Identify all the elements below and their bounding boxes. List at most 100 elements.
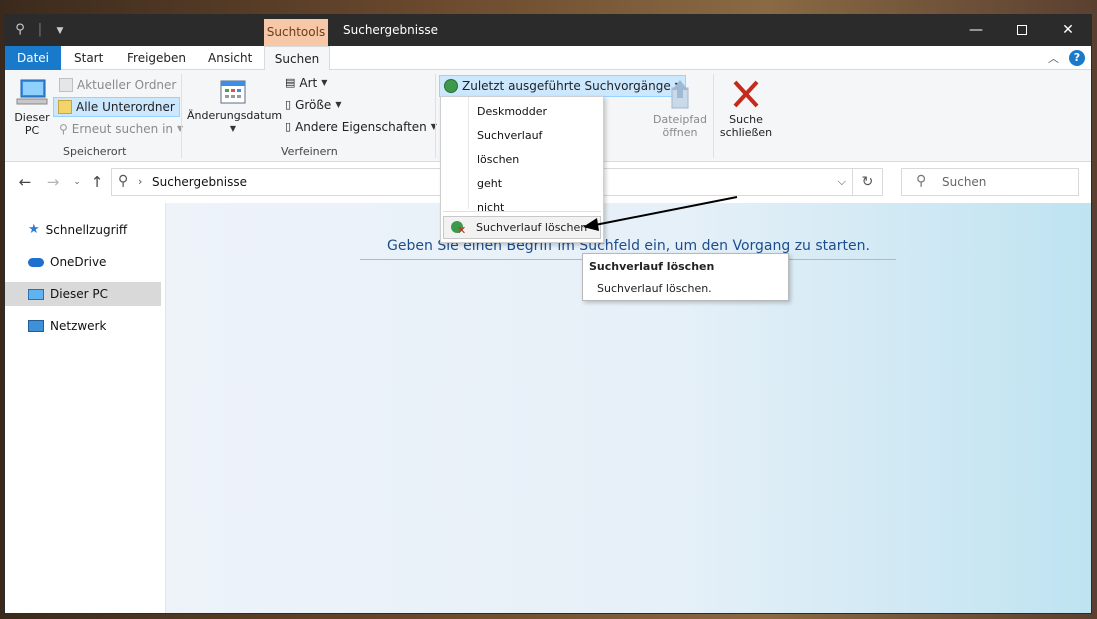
tab-file[interactable]: Datei [5,46,61,70]
ribbon-separator [713,74,714,158]
context-tab-search-tools[interactable]: Suchtools [264,19,328,46]
open-path-label-2: öffnen [662,126,698,139]
customize-toolbar-icon[interactable]: ▼ [53,22,67,40]
maximize-icon [1017,25,1027,35]
size-icon: ▯ [285,98,292,111]
chevron-down-icon[interactable]: ⌵ [838,169,846,195]
title-bar: ⚲ | ▼ Suchtools Suchergebnisse — ✕ [5,15,1091,46]
nav-item-this-pc[interactable]: Dieser PC [5,282,161,306]
current-folder-label: Aktueller Ordner [77,78,177,92]
current-folder-button[interactable]: Aktueller Ordner [55,75,180,95]
other-properties-button[interactable]: ▯ Andere Eigenschaften ▼ [281,117,441,137]
search-box[interactable]: ⚲ Suchen [901,168,1079,196]
computer-icon [28,288,44,300]
this-pc-label-1: Dieser [14,111,50,124]
ribbon-tabs: Datei Start Freigeben Ansicht Suchen ︿ ? [5,46,1091,71]
chevron-down-icon: ▼ [321,78,328,87]
search-again-label: Erneut suchen in [71,122,174,136]
back-button[interactable]: ← [15,172,35,192]
minimize-button[interactable]: — [953,15,999,46]
size-label: Größe [295,98,332,112]
recent-locations-chevron-icon[interactable]: ⌄ [67,172,87,192]
chevron-down-icon: ▼ [335,100,342,109]
other-properties-label: Andere Eigenschaften [295,120,427,134]
properties-icon[interactable]: ⚲ [13,22,27,40]
address-path[interactable]: Suchergebnisse [152,169,247,195]
clear-search-history-item[interactable]: ✕ Suchverlauf löschen [443,216,601,239]
collapse-ribbon-icon[interactable]: ︿ [1048,50,1059,66]
chevron-down-icon: ▼ [229,124,237,133]
help-icon[interactable]: ? [1069,50,1085,66]
type-button[interactable]: ▤ Art ▼ [281,73,331,93]
type-label: Art [299,76,318,90]
tooltip-description: Suchverlauf löschen. [597,282,712,295]
search-again-icon: ⚲ [59,122,68,136]
breadcrumb-chevron-icon[interactable]: › [138,169,142,195]
open-path-icon [671,80,689,109]
group-label-location: Speicherort [63,145,127,158]
menu-item-recent-search[interactable]: Deskmodder [477,105,547,118]
up-button[interactable]: ↑ [87,172,107,192]
date-modified-label: Änderungsdatum [187,109,283,122]
date-modified-button[interactable]: Änderungsdatum ▼ [187,78,283,135]
subfolders-icon [58,100,72,114]
type-icon: ▤ [285,76,296,89]
recent-searches-menu: Deskmodder Suchverlauf löschen geht nich… [440,96,604,243]
recent-searches-label: Zuletzt ausgeführte Suchvorgänge [462,79,671,93]
search-icon: ⚲ [916,173,927,189]
forward-button[interactable]: → [43,172,63,192]
this-pc-label-2: PC [24,124,40,137]
search-hint: Geben Sie einen Begriff im Suchfeld ein,… [387,238,870,254]
this-pc-button[interactable]: Dieser PC [11,78,53,137]
nav-item-onedrive[interactable]: OneDrive [5,250,161,274]
properties-icon: ▯ [285,120,292,133]
menu-separator [443,211,601,212]
clear-history-icon: ✕ [450,220,466,236]
nav-item-network[interactable]: Netzwerk [5,314,161,338]
close-x-icon [733,80,759,108]
menu-item-recent-search[interactable]: Suchverlauf [477,129,542,142]
size-button[interactable]: ▯ Größe ▼ [281,95,345,115]
folder-icon [59,78,73,92]
all-subfolders-label: Alle Unterordner [76,100,175,114]
chevron-down-icon: ▼ [430,122,437,131]
menu-item-recent-search[interactable]: geht [477,177,502,190]
menu-gutter [468,97,469,209]
menu-item-recent-search[interactable]: löschen [477,153,519,166]
nav-item-quick-access[interactable]: ★ Schnellzugriff [5,218,161,242]
search-results-icon: ⚲ [118,173,129,189]
close-search-button[interactable]: Suche schließen [717,78,775,139]
quick-access-toolbar: ⚲ | ▼ [13,22,67,40]
recent-searches-button[interactable]: Zuletzt ausgeführte Suchvorgänge ▼ [439,75,686,97]
search-again-button[interactable]: ⚲ Erneut suchen in ▼ [55,119,187,139]
tab-start[interactable]: Start [66,46,111,70]
computer-icon [16,79,48,105]
open-file-path-button[interactable]: Dateipfad öffnen [651,78,709,139]
ribbon-separator [435,74,436,158]
menu-item-recent-search[interactable]: nicht [477,201,504,214]
close-button[interactable]: ✕ [1045,15,1091,46]
clear-history-label: Suchverlauf löschen [476,221,588,234]
tooltip: Suchverlauf löschen Suchverlauf löschen. [582,253,789,301]
explorer-window: ⚲ | ▼ Suchtools Suchergebnisse — ✕ Datei… [5,15,1091,613]
tooltip-title: Suchverlauf löschen [589,260,715,273]
tab-share[interactable]: Freigeben [119,46,194,70]
recent-searches-icon [444,79,458,93]
ribbon-controls: ︿ ? [1048,50,1085,66]
ribbon-separator [181,74,182,158]
tab-view[interactable]: Ansicht [200,46,260,70]
star-icon: ★ [28,222,40,237]
navigation-pane: ★ Schnellzugriff OneDrive Dieser PC Netz… [5,203,165,613]
toolbar-separator: | [37,22,43,37]
tab-search[interactable]: Suchen [264,46,330,71]
nav-item-label: OneDrive [50,255,107,269]
group-label-refine: Verfeinern [281,145,338,158]
network-icon [28,320,44,332]
refresh-button[interactable]: ↻ [852,169,882,195]
cloud-icon [28,257,44,267]
search-placeholder: Suchen [942,175,987,189]
nav-item-label: Netzwerk [50,319,107,333]
maximize-button[interactable] [999,15,1045,46]
all-subfolders-button[interactable]: Alle Unterordner [53,97,180,117]
close-search-label-2: schließen [719,126,773,139]
